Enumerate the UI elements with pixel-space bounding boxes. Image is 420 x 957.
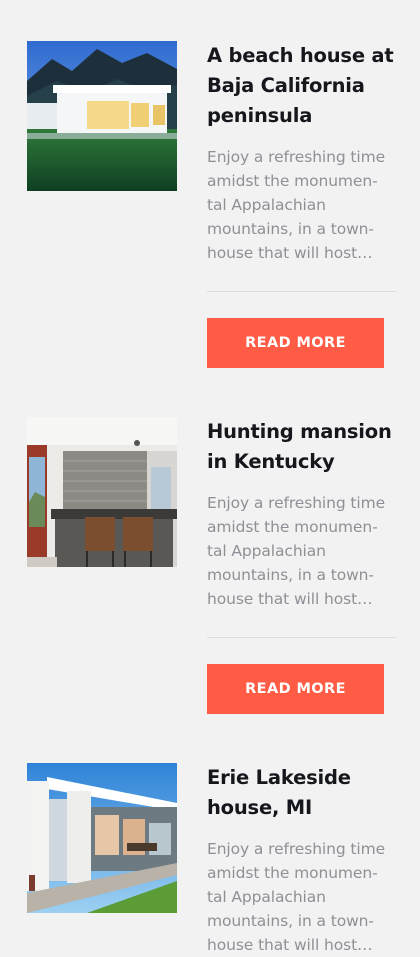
post-title[interactable]: Hunting mansion in Kentucky — [207, 417, 396, 477]
post-excerpt: Enjoy a refreshing time amidst the monum… — [207, 148, 386, 262]
post-thumbnail[interactable] — [27, 417, 177, 567]
divider — [207, 637, 396, 638]
beach-house-image — [27, 41, 177, 191]
post-content: Erie Lakeside house, MI Enjoy a refreshi… — [207, 763, 396, 957]
read-more-button[interactable]: READ MORE — [207, 664, 384, 714]
read-more-button[interactable]: READ MORE — [207, 318, 384, 368]
post-excerpt: Enjoy a refreshing time amidst the monum… — [207, 840, 386, 954]
kitchen-interior-image — [27, 417, 177, 567]
lakeside-house-image — [27, 763, 177, 913]
post-excerpt: Enjoy a refreshing time amidst the monum… — [207, 494, 386, 608]
post-title[interactable]: A beach house at Baja California peninsu… — [207, 41, 396, 131]
post-content: Hunting mansion in Kentucky Enjoy a refr… — [207, 417, 396, 714]
post-thumbnail[interactable] — [27, 763, 177, 913]
post-content: A beach house at Baja California peninsu… — [207, 41, 396, 368]
divider — [207, 291, 396, 292]
post-title[interactable]: Erie Lakeside house, MI — [207, 763, 396, 823]
post-list: A beach house at Baja California peninsu… — [0, 0, 420, 954]
post-thumbnail[interactable] — [27, 41, 177, 191]
